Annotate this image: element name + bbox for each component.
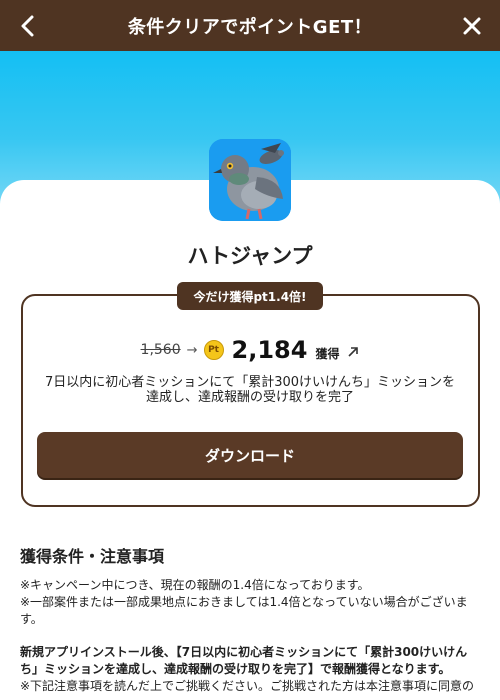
page-title: 条件クリアでポイントGET！ <box>127 16 373 38</box>
download-button[interactable]: ダウンロード <box>37 432 463 478</box>
arrow-up-right-icon <box>348 347 359 357</box>
header-bar: 条件クリアでポイントGET！ <box>0 0 500 51</box>
condition-text: 7日以内に初心者ミッションにて「累計300けいけんち」ミッションを達成し、達成報… <box>44 375 456 405</box>
promo-badge-label: 今だけ獲得pt1.4倍! <box>193 289 307 304</box>
pigeon-app-icon <box>209 139 291 221</box>
note-line: ※キャンペーン中につき、現在の報酬の1.4倍になっております。 <box>20 578 370 592</box>
note-line: ※下記注意事項を読んだ上でご挑戦ください。ご挑戦された方は本注意事項に同意の <box>20 679 475 693</box>
download-button-label: ダウンロード <box>204 446 295 465</box>
notes-section: ※キャンペーン中につき、現在の報酬の1.4倍になっております。 ※一部案件または… <box>20 577 480 695</box>
points-suffix: 獲得 <box>315 346 340 361</box>
old-points: 1,560 <box>140 342 181 358</box>
section-title: 獲得条件・注意事項 <box>20 547 165 566</box>
arrow-right-icon: → <box>186 342 198 358</box>
app-name: ハトジャンプ <box>187 244 313 268</box>
back-chevron-icon[interactable] <box>14 12 42 40</box>
note-line: ※一部案件または一部成果地点におきましては1.4倍となっていない場合がございます… <box>20 595 468 626</box>
promo-badge: 今だけ獲得pt1.4倍! <box>177 282 323 310</box>
close-icon[interactable] <box>458 12 486 40</box>
new-points: 2,184 <box>231 336 308 364</box>
note-bold-paragraph: 新規アプリインストール後、【7日以内に初心者ミッションにて「累計300けいけんち… <box>20 645 468 676</box>
points-row: 1,560 → Pt 2,184 獲得 <box>0 336 500 364</box>
point-coin-icon: Pt <box>203 340 224 360</box>
